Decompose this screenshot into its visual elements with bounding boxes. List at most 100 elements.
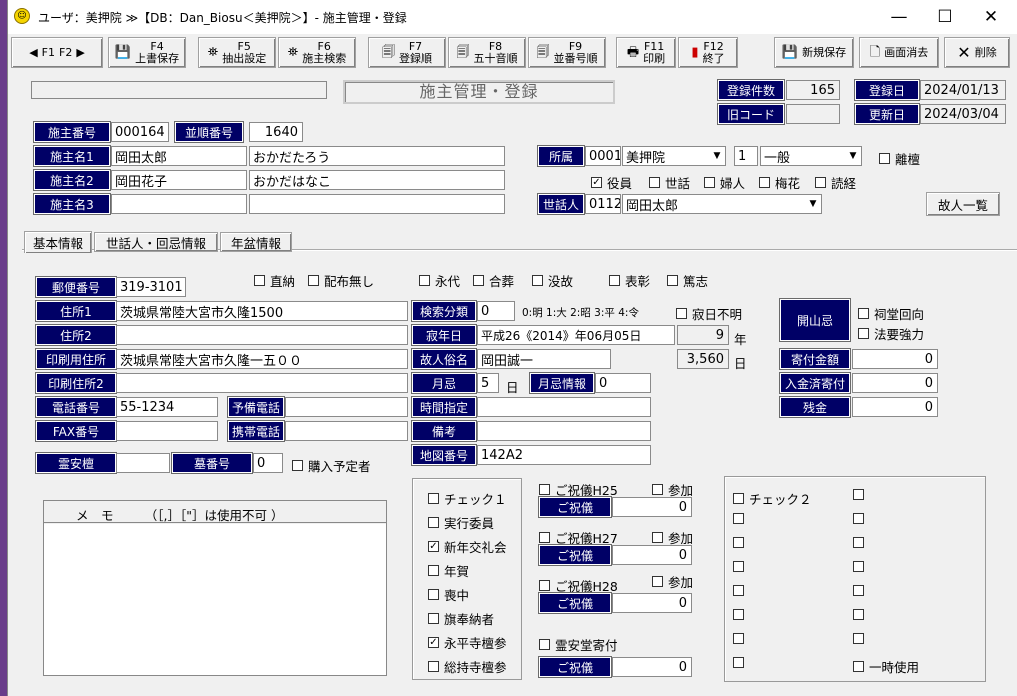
new-save-button[interactable]: 💾 新規保存 (774, 37, 854, 68)
tokushi-checkbox[interactable]: 篤志 (667, 271, 708, 290)
donation-field[interactable]: 0 (852, 349, 938, 369)
death-date-field[interactable]: 平成26《2014》年06月05日 (477, 325, 675, 345)
check2-left-5[interactable] (733, 609, 744, 620)
f1-label[interactable]: F1 (42, 46, 55, 59)
affiliation-select[interactable]: 美押院 ▼ (622, 146, 726, 166)
hyosho-checkbox[interactable]: 表彰 (609, 271, 650, 290)
baika-checkbox[interactable]: 梅花 (759, 173, 800, 192)
owner-name2-field[interactable]: 岡田花子 (111, 170, 247, 190)
women-checkbox[interactable]: 婦人 (704, 173, 745, 192)
zip-field[interactable]: 319-3101 (116, 277, 186, 297)
time-field[interactable] (477, 397, 651, 417)
check2-left-3[interactable] (733, 561, 744, 572)
check1-item[interactable]: チェック１ (428, 489, 507, 508)
print-addr-field[interactable]: 茨城県常陸大宮市久隆一五００ (116, 349, 408, 369)
check2-left-1[interactable] (733, 513, 744, 524)
check2-right-5[interactable] (853, 609, 864, 620)
date-unknown-checkbox[interactable]: 寂日不明 (676, 304, 742, 323)
owner-name3-kana-field[interactable] (249, 194, 505, 214)
delete-button[interactable]: ✕ 削除 (944, 37, 1010, 68)
check2-right-1[interactable] (853, 513, 864, 524)
map-no-field[interactable]: 142A2 (477, 445, 651, 465)
balance-field[interactable]: 0 (852, 397, 938, 417)
chevron-down-icon[interactable]: ▼ (805, 195, 821, 213)
memo-textarea[interactable] (44, 524, 386, 675)
owner-name1-field[interactable]: 岡田太郎 (111, 146, 247, 166)
gosou-checkbox[interactable]: 合葬 (473, 271, 514, 290)
check2-right-3[interactable] (853, 561, 864, 572)
maximize-button[interactable]: ☐ (922, 0, 968, 34)
nenga-item[interactable]: 年賀 (428, 561, 469, 580)
exit-button[interactable]: ▮ F12 終了 (678, 37, 738, 68)
tab-sewanin[interactable]: 世話人・回忌情報 (94, 232, 218, 252)
sort-number-button[interactable]: 🗐 F9 並番号順 (528, 37, 606, 68)
reian-donation-checkbox[interactable]: 霊安堂寄付 (539, 635, 618, 654)
hoyo-checkbox[interactable]: 法要強力 (858, 324, 924, 343)
sewanin-code-field[interactable]: 0112 (585, 194, 621, 214)
mochu-item[interactable]: 喪中 (428, 585, 469, 604)
monthly-field[interactable]: 5 (477, 373, 499, 393)
affiliation-code-field[interactable]: 0001 (585, 146, 621, 166)
shugi-h25-field[interactable]: 0 (612, 497, 692, 517)
tab-nenbon[interactable]: 年盆情報 (220, 232, 292, 252)
mobile-field[interactable] (285, 421, 408, 441)
owner-no-field[interactable]: 000164 (111, 122, 169, 142)
shugi-h28-field[interactable]: 0 (612, 593, 692, 613)
f2-label[interactable]: F2 (59, 46, 72, 59)
monthly-info-field[interactable]: 0 (595, 373, 651, 393)
dokkyo-checkbox[interactable]: 読経 (815, 173, 856, 192)
new-year-party-item[interactable]: ✓ 新年交礼会 (428, 537, 507, 556)
owner-name3-field[interactable] (111, 194, 247, 214)
tel-field[interactable]: 55-1234 (116, 397, 218, 417)
print-button[interactable]: 🖶 F11 印刷 (616, 37, 676, 68)
clear-screen-button[interactable]: 🗋 画面消去 (859, 37, 939, 68)
executive-committee-item[interactable]: 実行委員 (428, 513, 494, 532)
reian-shugi-field[interactable]: 0 (612, 657, 692, 677)
chevron-down-icon[interactable]: ▼ (845, 147, 861, 165)
check2-left-4[interactable] (733, 585, 744, 596)
sort-registered-button[interactable]: 🗐 F7 登録順 (368, 37, 446, 68)
kind-code-field[interactable]: 1 (734, 146, 758, 166)
kind-select[interactable]: 一般 ▼ (760, 146, 862, 166)
grave-no-field[interactable]: 0 (253, 453, 283, 473)
flag-donor-item[interactable]: 旗奉納者 (428, 609, 494, 628)
fax-field[interactable] (116, 421, 218, 441)
extract-settings-button[interactable]: ⛯ F5 抽出設定 (198, 37, 276, 68)
seq-no-field[interactable]: 1640 (249, 122, 303, 142)
next-record-icon[interactable]: ▶ (76, 46, 84, 59)
close-button[interactable]: ✕ (968, 0, 1014, 34)
reian-field[interactable] (116, 453, 170, 473)
officer-checkbox[interactable]: ✓ 役員 (591, 173, 632, 192)
tab-basic[interactable]: 基本情報 (24, 231, 92, 253)
deceased-name-field[interactable]: 岡田誠一 (477, 349, 611, 369)
sewa-checkbox[interactable]: 世話 (649, 173, 690, 192)
check2-title-checkbox[interactable]: チェック２ (733, 489, 812, 508)
check2-right-6[interactable] (853, 633, 864, 644)
print-addr2-field[interactable] (116, 373, 408, 393)
note-field[interactable] (477, 421, 651, 441)
eiheiji-item[interactable]: ✓ 永平寺檀参 (428, 633, 507, 652)
shugi-h28-join-checkbox[interactable]: 参加 (652, 572, 693, 591)
owner-search-button[interactable]: ⛯ F6 施主検索 (278, 37, 356, 68)
chevron-down-icon[interactable]: ▼ (709, 147, 725, 165)
overwrite-save-button[interactable]: 💾 F4 上書保存 (108, 37, 186, 68)
check2-left-2[interactable] (733, 537, 744, 548)
purchase-checkbox[interactable]: 購入予定者 (292, 456, 371, 475)
shido-checkbox[interactable]: 祠堂回向 (858, 304, 924, 323)
minimize-button[interactable]: — (876, 0, 922, 34)
botsu-checkbox[interactable]: 没故 (532, 271, 573, 290)
sewanin-select[interactable]: 岡田太郎 ▼ (622, 194, 822, 214)
addr2-field[interactable] (116, 325, 408, 345)
owner-name1-kana-field[interactable]: おかだたろう (249, 146, 505, 166)
tel2-field[interactable] (285, 397, 408, 417)
eidai-checkbox[interactable]: 永代 (419, 271, 460, 290)
sojiji-item[interactable]: 総持寺檀参 (428, 657, 507, 676)
addr1-field[interactable]: 茨城県常陸大宮市久隆1500 (116, 301, 408, 321)
check2-left-7[interactable] (733, 657, 744, 668)
prev-record-icon[interactable]: ◀ (29, 46, 37, 59)
check2-right-4[interactable] (853, 585, 864, 596)
check2-right-0[interactable] (853, 489, 864, 500)
check2-right-2[interactable] (853, 537, 864, 548)
no-dist-checkbox[interactable]: 配布無し (308, 271, 374, 290)
dan-checkbox[interactable]: 離檀 (879, 149, 920, 168)
